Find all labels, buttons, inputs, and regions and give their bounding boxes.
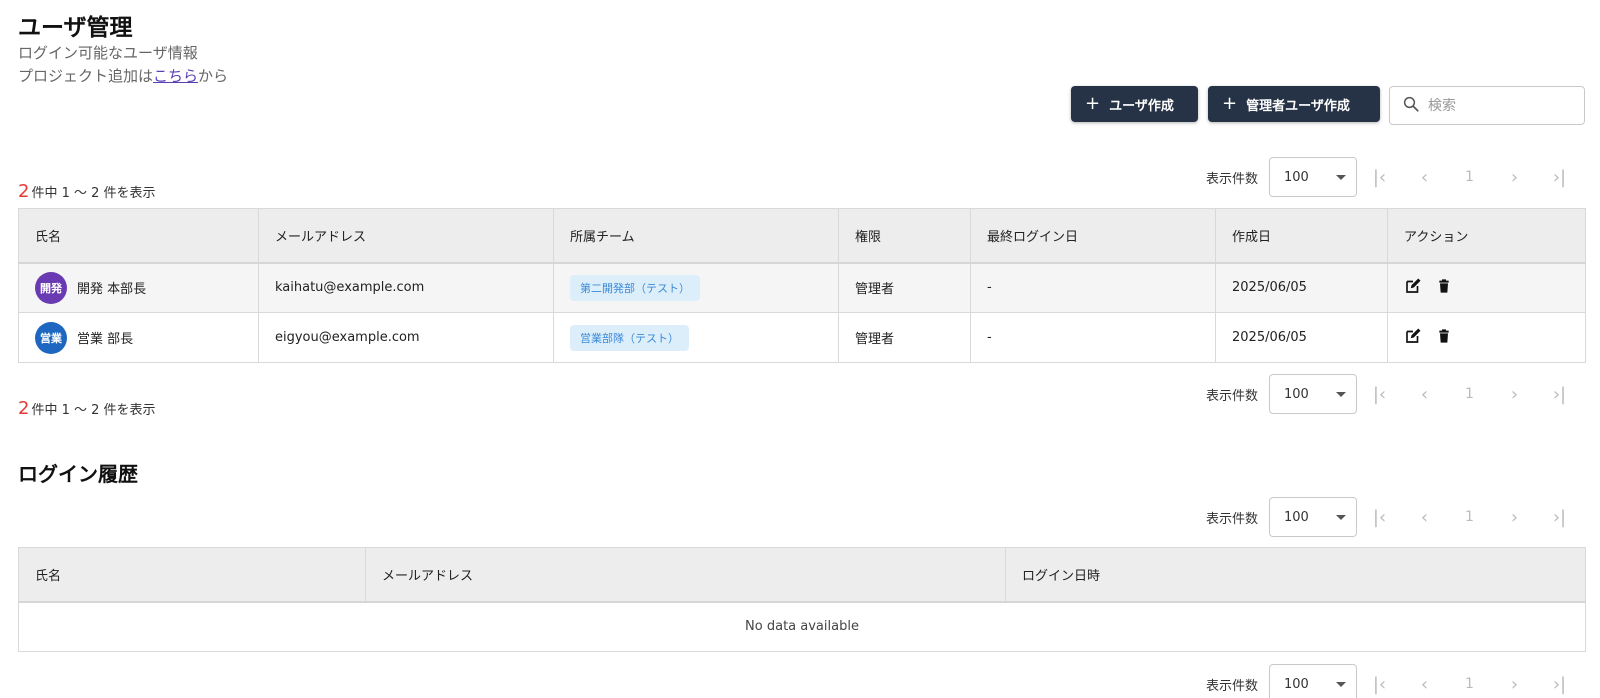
first-page-icon[interactable]: |‹ [1357,167,1402,188]
per-page-label: 表示件数 [1206,511,1259,527]
project-hint-suffix: から [198,67,229,85]
page-number: 1 [1465,386,1474,402]
per-page-value: 100 [1284,169,1309,185]
table-header-row: 氏名 メールアドレス 所属チーム 権限 最終ログイン日 作成日 アクション [18,208,1586,264]
last-login-date: - [970,312,1216,363]
column-header-name[interactable]: 氏名 [18,208,259,264]
page-number: 1 [1465,676,1474,692]
per-page-select[interactable]: 100 [1269,157,1357,197]
users-pager-top: 表示件数 100 |‹ ‹ 1 › ›| [1206,157,1582,197]
next-page-icon[interactable]: › [1492,384,1537,405]
column-header-created[interactable]: 作成日 [1215,208,1388,264]
per-page-label: 表示件数 [1206,678,1259,694]
users-count-bottom: 2 件中 1 〜 2 件を表示 [18,398,156,419]
next-page-icon[interactable]: › [1492,674,1537,695]
avatar: 営業 [35,321,67,354]
project-add-link[interactable]: こちら [153,67,198,85]
column-header-role[interactable]: 権限 [838,208,971,264]
create-user-label: ユーザ作成 [1109,98,1174,114]
first-page-icon[interactable]: |‹ [1357,674,1402,695]
first-page-icon[interactable]: |‹ [1357,507,1402,528]
login-history-table: 氏名 メールアドレス ログイン日時 No data available [18,547,1586,652]
column-header-email[interactable]: メールアドレス [258,208,554,264]
column-header-actions: アクション [1387,208,1586,264]
user-role: 管理者 [838,312,971,363]
create-admin-user-label: 管理者ユーザ作成 [1246,98,1350,114]
per-page-label: 表示件数 [1206,171,1259,187]
per-page-value: 100 [1284,386,1309,402]
created-date: 2025/06/05 [1215,312,1388,363]
no-data-message: No data available [18,601,1586,652]
count-number: 2 [18,398,30,419]
user-email: kaihatu@example.com [258,262,554,313]
users-pager-bottom: 表示件数 100 |‹ ‹ 1 › ›| [1206,374,1582,414]
per-page-select[interactable]: 100 [1269,497,1357,537]
table-row[interactable]: 開発 開発 本部長 kaihatu@example.com 第二開発部（テスト） … [18,262,1586,313]
prev-page-icon[interactable]: ‹ [1402,507,1447,528]
chevron-down-icon [1336,174,1346,180]
create-admin-user-button[interactable]: + 管理者ユーザ作成 [1208,86,1380,122]
trash-icon[interactable] [1436,327,1452,349]
page-number: 1 [1465,169,1474,185]
first-page-icon[interactable]: |‹ [1357,384,1402,405]
team-badge: 第二開発部（テスト） [570,274,700,301]
history-pager-bottom: 表示件数 100 |‹ ‹ 1 › ›| [1206,664,1582,698]
per-page-select[interactable]: 100 [1269,664,1357,698]
next-page-icon[interactable]: › [1492,507,1537,528]
user-name: 開発 本部長 [77,282,147,298]
column-header-name[interactable]: 氏名 [18,547,366,603]
column-header-team[interactable]: 所属チーム [553,208,839,264]
last-page-icon[interactable]: ›| [1537,384,1582,405]
last-login-date: - [970,262,1216,313]
avatar: 開発 [35,271,67,304]
prev-page-icon[interactable]: ‹ [1402,384,1447,405]
empty-row: No data available [18,601,1586,652]
plus-icon: + [1085,93,1101,114]
chevron-down-icon [1336,391,1346,397]
edit-icon[interactable] [1404,277,1422,299]
created-date: 2025/06/05 [1215,262,1388,313]
search-icon [1402,95,1420,117]
count-text: 件中 1 〜 2 件を表示 [31,403,156,418]
chevron-down-icon [1336,514,1346,520]
per-page-select[interactable]: 100 [1269,374,1357,414]
column-header-login-time[interactable]: ログイン日時 [1005,547,1586,603]
login-history-title: ログイン履歴 [18,462,138,486]
trash-icon[interactable] [1436,277,1452,299]
column-header-email[interactable]: メールアドレス [365,547,1006,603]
user-email: eigyou@example.com [258,312,554,363]
last-page-icon[interactable]: ›| [1537,507,1582,528]
last-page-icon[interactable]: ›| [1537,674,1582,695]
search-box[interactable] [1389,86,1585,125]
count-number: 2 [18,181,30,202]
per-page-label: 表示件数 [1206,388,1259,404]
column-header-last-login[interactable]: 最終ログイン日 [970,208,1216,264]
per-page-value: 100 [1284,509,1309,525]
users-table: 氏名 メールアドレス 所属チーム 権限 最終ログイン日 作成日 アクション 開発… [18,208,1586,363]
edit-icon[interactable] [1404,327,1422,349]
project-hint-prefix: プロジェクト追加は [18,67,154,85]
per-page-value: 100 [1284,676,1309,692]
chevron-down-icon [1336,681,1346,687]
prev-page-icon[interactable]: ‹ [1402,167,1447,188]
user-role: 管理者 [838,262,971,313]
users-count-top: 2 件中 1 〜 2 件を表示 [18,181,156,202]
team-badge: 営業部隊（テスト） [570,324,689,351]
history-pager-top: 表示件数 100 |‹ ‹ 1 › ›| [1206,497,1582,537]
page-subtitle: ログイン可能なユーザ情報 [18,44,198,62]
page-title: ユーザ管理 [18,15,133,41]
next-page-icon[interactable]: › [1492,167,1537,188]
table-row[interactable]: 営業 営業 部長 eigyou@example.com 営業部隊（テスト） 管理者… [18,312,1586,363]
page-number: 1 [1465,509,1474,525]
plus-icon: + [1222,93,1238,114]
last-page-icon[interactable]: ›| [1537,167,1582,188]
search-input[interactable] [1428,97,1568,114]
user-name: 営業 部長 [77,332,134,347]
project-hint: プロジェクト追加はこちらから [18,65,228,86]
prev-page-icon[interactable]: ‹ [1402,674,1447,695]
count-text: 件中 1 〜 2 件を表示 [31,186,156,201]
table-header-row: 氏名 メールアドレス ログイン日時 [18,547,1586,603]
create-user-button[interactable]: + ユーザ作成 [1071,86,1198,122]
